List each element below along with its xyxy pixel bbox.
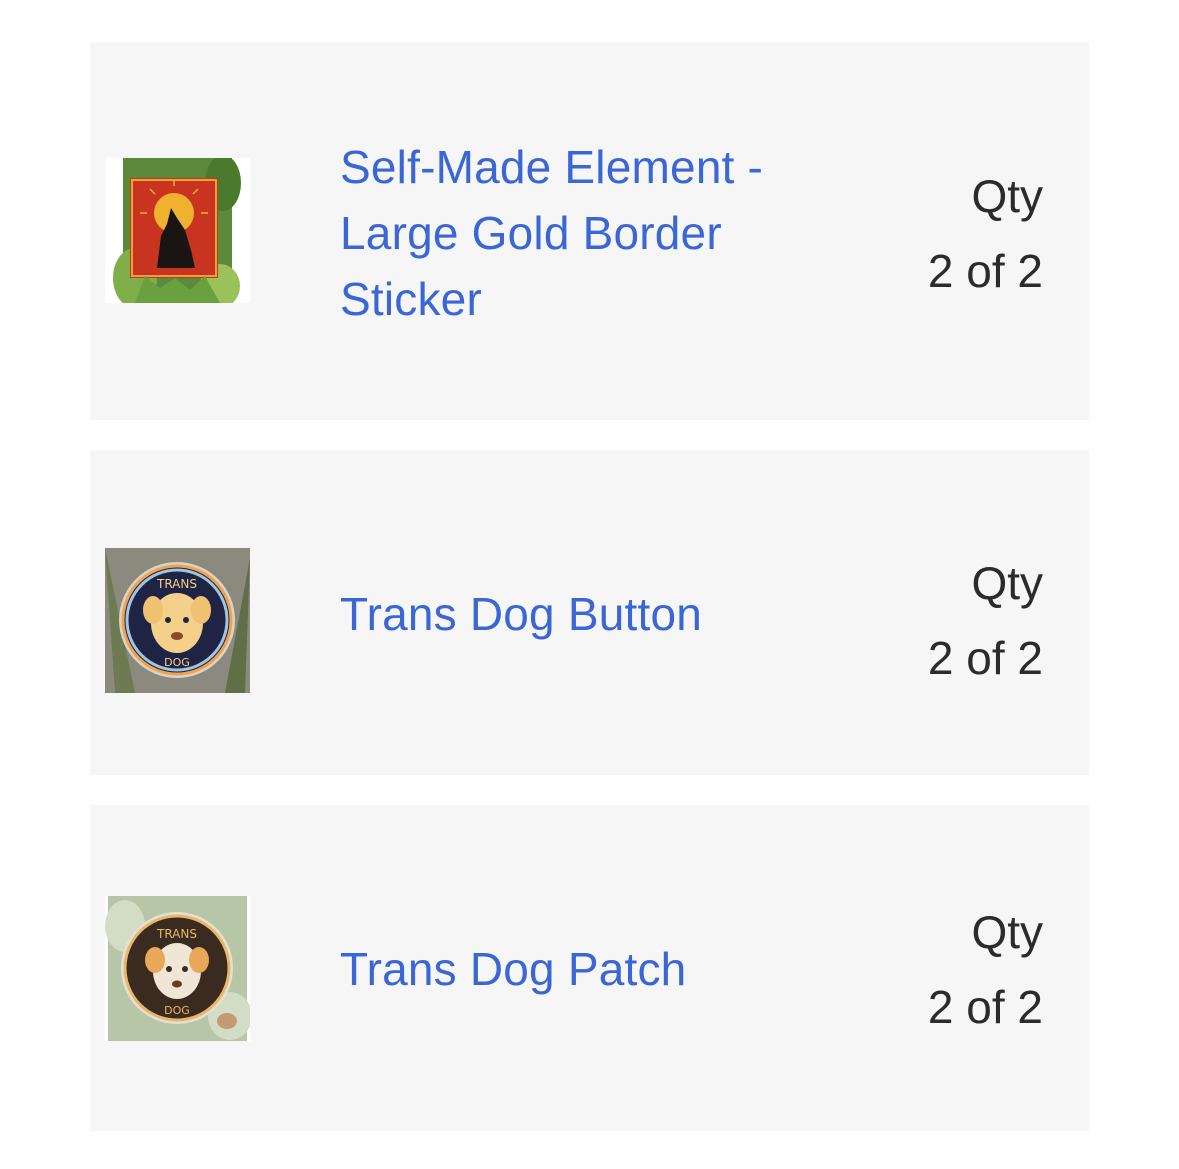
quantity-info: Qty 2 of 2 — [928, 895, 1043, 1045]
svg-text:TRANS: TRANS — [156, 927, 197, 941]
product-thumbnail-button[interactable]: TRANS DOG — [105, 548, 250, 693]
svg-text:DOG: DOG — [164, 656, 190, 669]
product-title-link[interactable]: Trans Dog Patch — [340, 936, 810, 1002]
svg-text:DOG: DOG — [164, 1004, 190, 1017]
wolf-sticker-image — [105, 158, 250, 303]
qty-value: 2 of 2 — [927, 632, 1043, 684]
qty-value: 2 of 2 — [927, 245, 1043, 297]
dog-patch-image: TRANS DOG — [105, 896, 250, 1041]
product-thumbnail-sticker[interactable] — [105, 158, 250, 303]
svg-text:TRANS: TRANS — [156, 577, 197, 591]
order-items-list: Self-Made Element - Large Gold Border St… — [90, 42, 1089, 1131]
order-item-card: TRANS DOG Trans Dog Patch Qty 2 of 2 — [90, 805, 1089, 1131]
product-title-link[interactable]: Self-Made Element - Large Gold Border St… — [340, 134, 810, 332]
quantity-info: Qty 2 of 2 — [928, 546, 1043, 696]
qty-label: Qty — [971, 906, 1043, 958]
dog-button-image: TRANS DOG — [105, 548, 250, 693]
order-item-card: TRANS DOG Trans Dog Button Qty 2 of 2 — [90, 450, 1089, 775]
quantity-info: Qty 2 of 2 — [928, 159, 1043, 309]
qty-label: Qty — [971, 170, 1043, 222]
product-title-link[interactable]: Trans Dog Button — [340, 581, 810, 647]
product-thumbnail-patch[interactable]: TRANS DOG — [105, 896, 250, 1041]
qty-label: Qty — [971, 557, 1043, 609]
order-item-card: Self-Made Element - Large Gold Border St… — [90, 42, 1089, 420]
qty-value: 2 of 2 — [927, 981, 1043, 1033]
